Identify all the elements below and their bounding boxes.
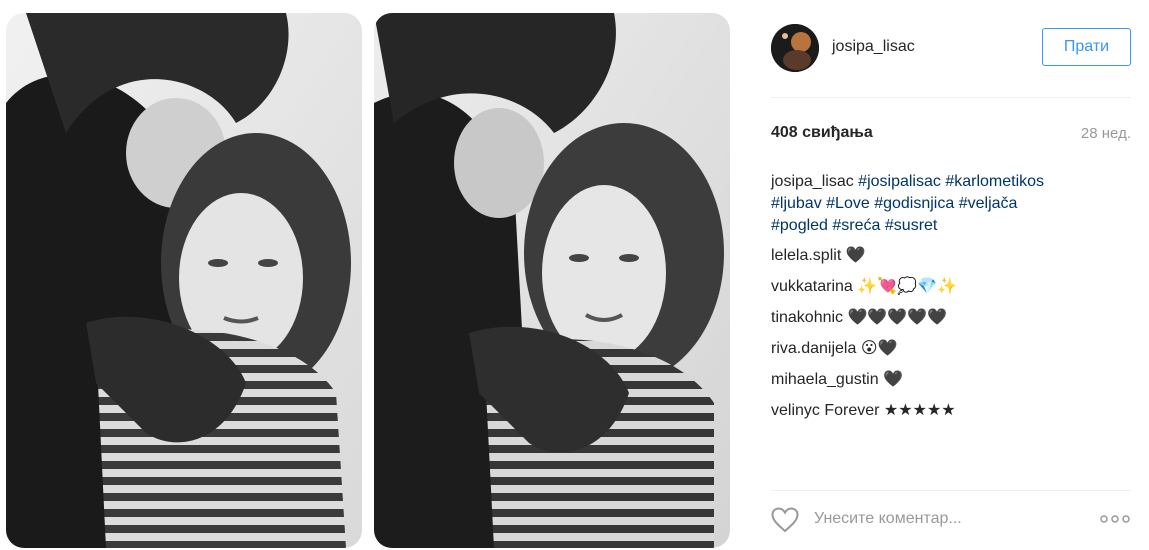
comment-text: ✨💘💭💎✨	[857, 278, 957, 295]
post-caption: josipa_lisac #josipalisac #karlometikos …	[771, 171, 1121, 237]
comment-item: lelela.split 🖤	[771, 245, 1121, 267]
comment-item: riva.danijela 😮🖤	[771, 338, 1121, 360]
hashtag-link[interactable]: #veljača	[959, 195, 1018, 212]
post-sidebar: josipa_lisac Прати 408 свиђања 28 нед. j…	[745, 0, 1149, 550]
hashtag-link[interactable]: #susret	[885, 217, 937, 234]
post-media	[0, 0, 745, 550]
comment-bar	[771, 505, 1131, 535]
hashtag-link[interactable]: #ljubav	[771, 195, 822, 212]
hashtag-link[interactable]: #karlometikos	[945, 173, 1044, 190]
comment-text: 🖤🖤🖤🖤🖤	[847, 309, 948, 326]
couple-photo-right	[374, 13, 730, 548]
comment-item: vukkatarina ✨💘💭💎✨	[771, 276, 1121, 298]
post-time[interactable]: 28 нед.	[1081, 125, 1131, 142]
couple-photo-left	[6, 13, 362, 548]
comment-item: tinakohnic 🖤🖤🖤🖤🖤	[771, 307, 1121, 329]
avatar-photo	[771, 24, 819, 72]
comment-divider	[771, 490, 1131, 491]
likes-count[interactable]: 408 свиђања	[771, 124, 873, 142]
comment-text: 🖤	[845, 247, 866, 264]
hashtag-link[interactable]: #josipalisac	[858, 173, 941, 190]
comment-author[interactable]: riva.danijela	[771, 340, 856, 357]
post-photo-left	[6, 13, 362, 548]
comment-author[interactable]: vukkatarina	[771, 278, 853, 295]
hashtag-link[interactable]: #pogled	[771, 217, 828, 234]
comment-text: 🖤	[883, 371, 903, 388]
more-options-icon[interactable]	[1099, 509, 1131, 529]
hashtag-link[interactable]: #godisnjica	[874, 195, 954, 212]
post-username[interactable]: josipa_lisac	[832, 38, 915, 56]
header-divider	[771, 97, 1131, 98]
comment-text: 😮🖤	[860, 340, 898, 357]
comment-text: Forever ★★★★★	[824, 402, 956, 419]
heart-outline-icon[interactable]	[771, 507, 799, 533]
post-photo-right	[374, 13, 730, 548]
avatar[interactable]	[771, 24, 819, 72]
caption-author[interactable]: josipa_lisac	[771, 173, 854, 190]
comment-item: mihaela_gustin 🖤	[771, 369, 1121, 391]
comment-input[interactable]	[814, 507, 1074, 531]
comment-author[interactable]: mihaela_gustin	[771, 371, 879, 388]
hashtag-link[interactable]: #Love	[826, 195, 870, 212]
comment-item: velinyc Forever ★★★★★	[771, 400, 1121, 422]
comment-author[interactable]: lelela.split	[771, 247, 841, 264]
follow-button[interactable]: Прати	[1042, 28, 1131, 66]
post-header: josipa_lisac Прати	[771, 24, 1131, 74]
comment-author[interactable]: velinyc	[771, 402, 820, 419]
hashtag-link[interactable]: #sreća	[832, 217, 880, 234]
comments-list: josipa_lisac #josipalisac #karlometikos …	[771, 171, 1121, 431]
comment-author[interactable]: tinakohnic	[771, 309, 843, 326]
